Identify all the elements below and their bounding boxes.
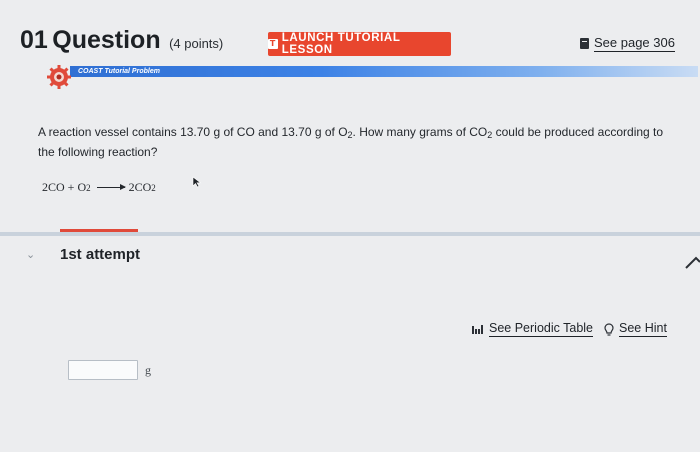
- see-page-link[interactable]: See page 306: [580, 35, 675, 52]
- answer-input[interactable]: [68, 360, 138, 380]
- expand-arrow-icon[interactable]: [684, 254, 700, 270]
- launch-tutorial-label: LAUNCH TUTORIAL LESSON: [281, 32, 401, 56]
- periodic-table-label: See Periodic Table: [489, 321, 594, 337]
- hint-link[interactable]: See Hint: [604, 321, 667, 337]
- question-text-part: A reaction vessel contains 13.70 g of CO…: [38, 125, 348, 139]
- see-page-label: See page 306: [594, 35, 675, 52]
- tutorial-icon: T: [268, 39, 278, 49]
- periodic-table-icon: [472, 325, 483, 334]
- question-text-part: . How many grams of CO: [352, 125, 488, 139]
- coast-gear-icon: [47, 65, 71, 89]
- question-text: A reaction vessel contains 13.70 g of CO…: [38, 122, 678, 162]
- mouse-cursor-icon: [192, 176, 202, 188]
- chemical-equation: 2CO + O2 2CO 2: [42, 180, 156, 194]
- active-tab-underline: [60, 229, 138, 232]
- hint-label: See Hint: [619, 321, 667, 337]
- chevron-down-icon[interactable]: ⌄: [26, 248, 35, 261]
- question-word: Question: [52, 26, 161, 54]
- book-icon: [580, 38, 589, 49]
- section-divider: [0, 232, 700, 236]
- coast-banner-label: COAST Tutorial Problem: [78, 68, 160, 75]
- reaction-arrow-icon: [96, 184, 126, 190]
- coast-banner-bar: [70, 66, 698, 77]
- equation-product: 2CO: [128, 180, 152, 194]
- question-title: 01 Question (4 points): [20, 26, 223, 55]
- equation-reactants: 2CO + O: [42, 180, 87, 194]
- answer-unit: g: [145, 363, 151, 377]
- launch-tutorial-button[interactable]: T LAUNCH TUTORIAL LESSON: [268, 32, 451, 56]
- lightbulb-icon: [604, 322, 614, 336]
- periodic-table-link[interactable]: See Periodic Table: [471, 321, 594, 337]
- attempt-label[interactable]: 1st attempt: [60, 246, 140, 263]
- question-number: 01: [20, 26, 48, 54]
- question-points: (4 points): [169, 36, 224, 51]
